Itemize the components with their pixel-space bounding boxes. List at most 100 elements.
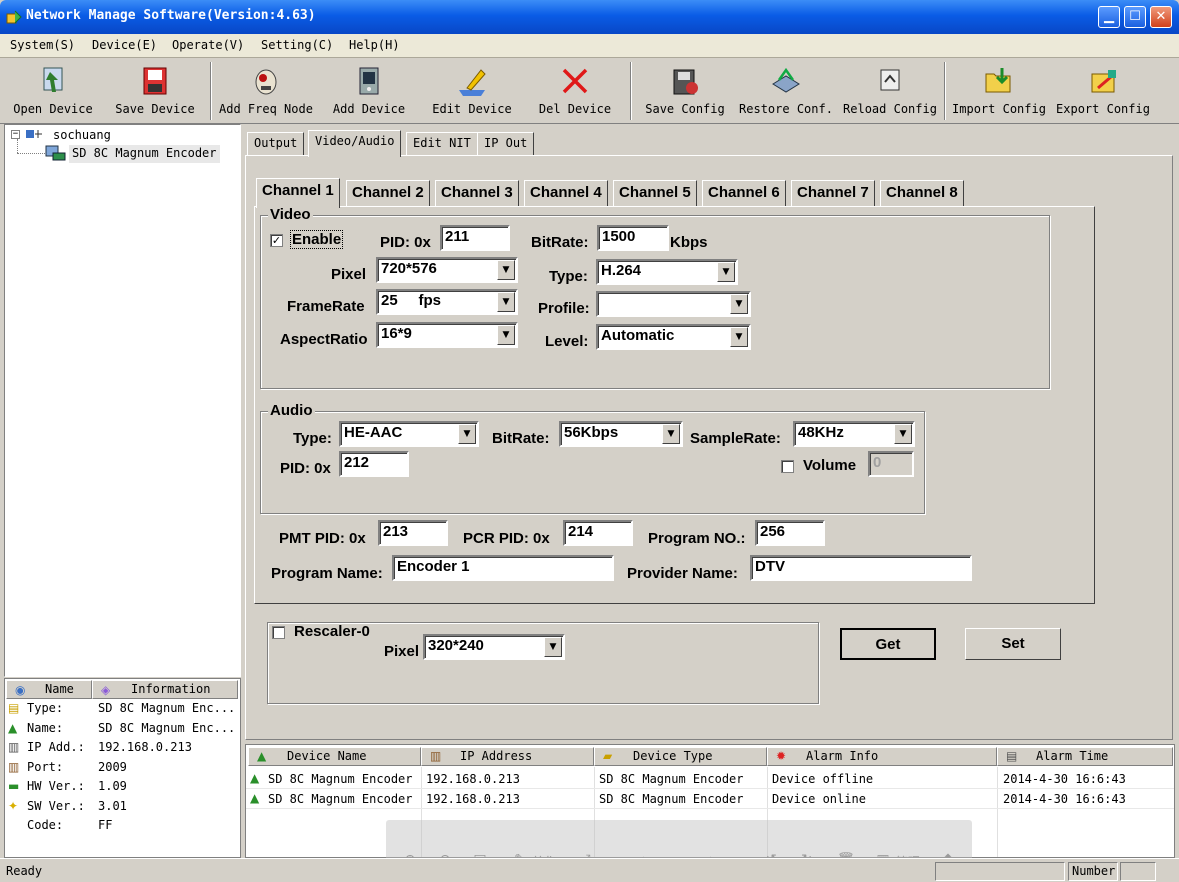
video-profile-select[interactable]: ▼	[596, 291, 751, 317]
program-no-input[interactable]: 256	[755, 520, 825, 546]
chevron-down-icon[interactable]: ▼	[730, 327, 748, 347]
tab-channel-2[interactable]: Channel 2	[346, 180, 430, 206]
pcr-pid-input[interactable]: 214	[563, 520, 633, 546]
chevron-down-icon[interactable]: ▼	[497, 292, 515, 312]
menu-setting[interactable]: Setting(C)	[261, 38, 333, 52]
tab-channel-3[interactable]: Channel 3	[435, 180, 519, 206]
open-device-button[interactable]: Open Device	[8, 60, 98, 120]
tab-channel-7[interactable]: Channel 7	[791, 180, 875, 206]
tree-root-label[interactable]: sochuang	[53, 128, 111, 142]
audio-samplerate-select[interactable]: 48KHz ▼	[793, 421, 915, 447]
audio-group-label: Audio	[268, 402, 315, 419]
tree-collapse-toggle[interactable]: −	[11, 130, 20, 139]
tab-channel-6[interactable]: Channel 6	[702, 180, 786, 206]
menu-system[interactable]: System(S)	[10, 38, 75, 52]
restore-config-button[interactable]: Restore Conf.	[738, 60, 834, 120]
video-type-select[interactable]: H.264 ▼	[596, 259, 738, 285]
video-aspect-label: AspectRatio	[280, 331, 368, 348]
audio-type-label: Type:	[293, 430, 332, 447]
pmt-pid-input[interactable]: 213	[378, 520, 448, 546]
info-header-info-label: Information	[131, 682, 211, 696]
edit-device-label: Edit Device	[432, 102, 512, 116]
chevron-down-icon[interactable]: ▼	[730, 294, 748, 314]
log-header-device-type[interactable]: ▰ Device Type	[594, 747, 767, 766]
get-button[interactable]: Get	[840, 628, 936, 660]
close-button[interactable]: ✕	[1150, 6, 1172, 28]
audio-pid-input[interactable]: 212	[339, 451, 409, 477]
table-row[interactable]: ▲ SD 8C Magnum Encoder 192.168.0.213 SD 8C …	[246, 769, 1174, 789]
log-header-alarm-time[interactable]: ▤ Alarm Time	[997, 747, 1173, 766]
video-aspect-select[interactable]: 16*9 ▼	[376, 322, 518, 348]
reload-config-button[interactable]: Reload Config	[842, 60, 938, 120]
log-header-ip-address[interactable]: ▥ IP Address	[421, 747, 594, 766]
save-device-button[interactable]: Save Device	[110, 60, 200, 120]
tab-channel-8[interactable]: Channel 8	[880, 180, 964, 206]
info-header-name[interactable]: ◉ Name	[6, 680, 92, 699]
tab-edit-nit[interactable]: Edit NIT	[406, 132, 478, 156]
chevron-down-icon[interactable]: ▼	[497, 260, 515, 280]
info-header-icon: ◈	[101, 683, 111, 697]
tab-channel-5[interactable]: Channel 5	[613, 180, 697, 206]
set-button[interactable]: Set	[965, 628, 1061, 660]
import-config-icon	[985, 68, 1011, 93]
video-level-select[interactable]: Automatic ▼	[596, 324, 751, 350]
add-device-button[interactable]: Add Device	[328, 60, 410, 120]
log-header-device-name[interactable]: ▲ Device Name	[248, 747, 421, 766]
title-bar[interactable]: Network Manage Software(Version:4.63) ▁ …	[0, 0, 1179, 34]
tab-channel-1[interactable]: Channel 1	[256, 178, 340, 208]
video-framerate-select[interactable]: 25 fps ▼	[376, 289, 518, 315]
add-freq-node-icon	[255, 69, 277, 95]
audio-volume-checkbox[interactable]	[781, 460, 794, 473]
save-config-button[interactable]: Save Config	[640, 60, 730, 120]
chevron-down-icon[interactable]: ▼	[458, 424, 476, 444]
add-device-label: Add Device	[332, 102, 406, 116]
del-device-button[interactable]: Del Device	[530, 60, 620, 120]
info-header-information[interactable]: ◈ Information	[92, 680, 238, 699]
menu-help[interactable]: Help(H)	[349, 38, 400, 52]
export-config-icon	[1091, 70, 1116, 93]
table-row[interactable]: ▲ SD 8C Magnum Encoder 192.168.0.213 SD 8C …	[246, 789, 1174, 809]
info-row-value: 1.09	[98, 779, 127, 793]
chevron-down-icon[interactable]: ▼	[497, 325, 515, 345]
chevron-down-icon[interactable]: ▼	[662, 424, 680, 444]
audio-volume-input[interactable]: 0	[868, 451, 914, 477]
log-header-alarm-info[interactable]: ✹ Alarm Info	[767, 747, 997, 766]
tab-ip-out[interactable]: IP Out	[477, 132, 535, 156]
menu-device[interactable]: Device(E)	[92, 38, 157, 52]
video-pixel-select[interactable]: 720*576 ▼	[376, 257, 518, 283]
video-enable-checkbox[interactable]: ✓	[270, 234, 283, 247]
open-device-label: Open Device	[13, 102, 93, 116]
tab-output[interactable]: Output	[247, 132, 305, 156]
tree-device-item[interactable]: SD 8C Magnum Encoder	[69, 145, 220, 163]
chevron-down-icon[interactable]: ▼	[894, 424, 912, 444]
tab-video-audio[interactable]: Video/Audio	[308, 130, 402, 157]
video-framerate-value: 25 fps	[381, 292, 442, 309]
export-config-label: Export Config	[1056, 102, 1150, 116]
video-pixel-value: 720*576	[381, 260, 437, 277]
tab-channel-4[interactable]: Channel 4	[524, 180, 608, 206]
audio-bitrate-value: 56Kbps	[564, 424, 619, 441]
export-config-button[interactable]: Export Config	[1054, 60, 1152, 120]
name-header-icon: ◉	[15, 683, 26, 697]
chevron-down-icon[interactable]: ▼	[544, 637, 562, 657]
add-freq-node-button[interactable]: Add Freq Node	[218, 60, 314, 120]
info-header-name-label: Name	[45, 682, 74, 696]
provider-name-input[interactable]: DTV	[750, 555, 972, 581]
import-config-button[interactable]: Import Config	[950, 60, 1048, 120]
menu-operate[interactable]: Operate(V)	[172, 38, 244, 52]
video-pid-input[interactable]: 211	[440, 225, 510, 251]
program-name-label: Program Name:	[271, 565, 383, 582]
audio-type-select[interactable]: HE-AAC ▼	[339, 421, 479, 447]
info-row-icon: ✦	[8, 798, 19, 813]
maximize-button[interactable]: ☐	[1124, 6, 1146, 28]
minimize-button[interactable]: ▁	[1098, 6, 1120, 28]
chevron-down-icon[interactable]: ▼	[717, 262, 735, 282]
video-enable-label: Enable	[290, 230, 344, 249]
audio-bitrate-select[interactable]: 56Kbps ▼	[559, 421, 683, 447]
edit-device-button[interactable]: Edit Device	[426, 60, 518, 120]
program-name-input[interactable]: Encoder 1	[392, 555, 614, 581]
rescaler-checkbox[interactable]	[272, 626, 285, 639]
info-row-value: 3.01	[98, 798, 127, 813]
rescaler-pixel-select[interactable]: 320*240 ▼	[423, 634, 565, 660]
video-bitrate-input[interactable]: 1500	[597, 225, 669, 251]
